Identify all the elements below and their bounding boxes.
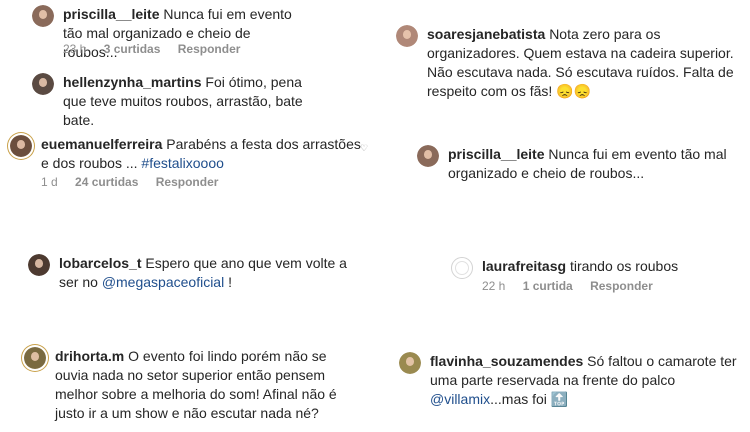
reply-button[interactable]: Responder — [590, 279, 653, 293]
avatar[interactable] — [24, 347, 46, 369]
avatar[interactable] — [396, 25, 418, 47]
comment-meta: 23 h 3 curtidas Responder — [63, 42, 254, 56]
comment-time: 1 d — [41, 175, 58, 189]
comment-meta: 22 h 1 curtida Responder — [482, 279, 667, 293]
comment-username[interactable]: priscilla__leite — [63, 6, 160, 22]
comment-username[interactable]: hellenzynha_martins — [63, 74, 202, 90]
reply-button[interactable]: Responder — [156, 175, 219, 189]
comment-username[interactable]: laurafreitasg — [482, 258, 566, 274]
heart-icon[interactable]: ♡ — [360, 143, 368, 154]
comment-meta: 1 d 24 curtidas Responder — [41, 175, 232, 189]
comment-username[interactable]: euemanuelferreira — [41, 136, 162, 152]
mention-link[interactable]: @villamix — [430, 391, 490, 407]
avatar[interactable] — [32, 73, 54, 95]
comment-likes[interactable]: 3 curtidas — [104, 42, 161, 56]
avatar[interactable] — [32, 5, 54, 27]
comment-username[interactable]: priscilla__leite — [448, 146, 545, 162]
comment-username[interactable]: drihorta.m — [55, 348, 124, 364]
comment-time: 22 h — [482, 279, 506, 293]
comment-username[interactable]: flavinha_souzamendes — [430, 353, 583, 369]
comment-username[interactable]: lobarcelos_t — [59, 255, 141, 271]
avatar[interactable] — [417, 145, 439, 167]
avatar[interactable] — [451, 257, 473, 279]
comment-time: 23 h — [63, 42, 87, 56]
mention-link[interactable]: @megaspaceoficial — [102, 274, 224, 290]
comment-suffix: ! — [228, 274, 232, 290]
comment-likes[interactable]: 24 curtidas — [75, 175, 138, 189]
avatar[interactable] — [399, 352, 421, 374]
avatar[interactable] — [28, 254, 50, 276]
comment-likes[interactable]: 1 curtida — [523, 279, 573, 293]
avatar[interactable] — [10, 135, 32, 157]
hashtag-link[interactable]: #festalixoooo — [141, 155, 224, 171]
comment-text: tirando os roubos — [569, 258, 679, 274]
reply-button[interactable]: Responder — [178, 42, 241, 56]
comment-suffix: ...mas foi 🔝 — [490, 391, 569, 407]
comment-username[interactable]: soaresjanebatista — [427, 26, 545, 42]
